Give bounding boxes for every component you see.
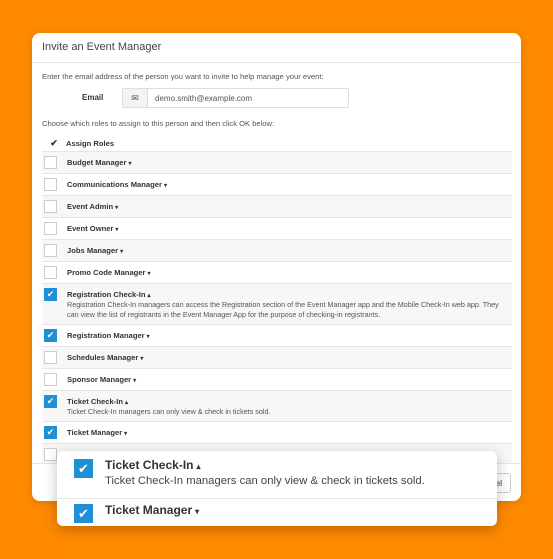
email-row: Email ✉ demo.smith@example.com bbox=[42, 88, 380, 108]
caret-down-icon[interactable]: ▾ bbox=[124, 431, 127, 437]
choose-roles-text: Choose which roles to assign to this per… bbox=[42, 119, 275, 128]
role-name: Budget Manager ▾ bbox=[67, 156, 132, 167]
checkbox-checked-icon[interactable]: ✔ bbox=[44, 426, 57, 439]
caret-down-icon[interactable]: ▾ bbox=[120, 249, 123, 255]
role-name: Jobs Manager ▾ bbox=[67, 244, 123, 255]
role-row[interactable]: ✔ Registration Manager ▾ bbox=[42, 324, 512, 346]
role-row[interactable]: Event Admin ▾ bbox=[42, 195, 512, 217]
checkbox[interactable] bbox=[44, 351, 57, 364]
checkbox-checked-icon[interactable]: ✔ bbox=[44, 288, 57, 301]
dialog-title: Invite an Event Manager bbox=[32, 33, 521, 63]
zoom-role-name: Ticket Manager ▾ bbox=[105, 503, 199, 517]
role-label: Registration Check-In bbox=[67, 290, 146, 299]
role-row[interactable]: ✔ Ticket Manager ▾ bbox=[42, 421, 512, 443]
role-label: Registration Manager bbox=[67, 331, 145, 340]
role-row[interactable]: Event Owner ▾ bbox=[42, 217, 512, 239]
role-list: Budget Manager ▾ Communications Manager ▾ Ev… bbox=[42, 151, 512, 465]
zoom-role-label: Ticket Manager bbox=[105, 503, 193, 517]
role-label: Ticket Manager bbox=[67, 428, 123, 437]
role-name: Promo Code Manager ▾ bbox=[67, 266, 151, 277]
zoom-role-label: Ticket Check-In bbox=[105, 458, 194, 472]
role-description: Ticket Check-In managers can only view &… bbox=[67, 407, 271, 416]
role-row[interactable]: ✔ Ticket Check-In ▴ Ticket Check-In manager… bbox=[42, 390, 512, 421]
role-row[interactable]: ✔ Registration Check-In ▴ Registration Chec… bbox=[42, 283, 512, 324]
role-label: Event Admin bbox=[67, 202, 114, 211]
zoom-row-ticket-manager[interactable]: ✔ Ticket Manager ▾ bbox=[57, 498, 497, 524]
caret-down-icon[interactable]: ▾ bbox=[195, 507, 199, 516]
checkbox-checked-icon[interactable]: ✔ bbox=[74, 459, 93, 478]
email-value[interactable]: demo.smith@example.com bbox=[155, 94, 252, 103]
invite-dialog: Invite an Event Manager Enter the email … bbox=[32, 33, 521, 501]
role-name: Ticket Check-In ▴ bbox=[67, 395, 270, 406]
checkmark-icon: ✔ bbox=[50, 137, 58, 148]
caret-up-icon[interactable]: ▴ bbox=[147, 293, 150, 299]
checkbox-checked-icon[interactable]: ✔ bbox=[44, 395, 57, 408]
caret-up-icon[interactable]: ▴ bbox=[196, 462, 200, 471]
caret-up-icon[interactable]: ▴ bbox=[125, 400, 128, 406]
role-label: Event Owner bbox=[67, 224, 114, 233]
zoom-role-name: Ticket Check-In ▴ bbox=[105, 458, 425, 472]
caret-down-icon[interactable]: ▾ bbox=[115, 227, 118, 233]
role-row[interactable]: Budget Manager ▾ bbox=[42, 151, 512, 173]
intro-text: Enter the email address of the person yo… bbox=[42, 72, 324, 81]
background: Invite an Event Manager Enter the email … bbox=[0, 0, 553, 559]
role-name: Event Admin ▾ bbox=[67, 200, 118, 211]
checkbox[interactable] bbox=[44, 373, 57, 386]
checkbox-checked-icon[interactable]: ✔ bbox=[74, 504, 93, 523]
checkbox[interactable] bbox=[44, 200, 57, 213]
role-row[interactable]: Promo Code Manager ▾ bbox=[42, 261, 512, 283]
checkbox[interactable] bbox=[44, 244, 57, 257]
role-label: Jobs Manager bbox=[67, 246, 119, 255]
envelope-icon: ✉ bbox=[123, 89, 148, 107]
caret-down-icon[interactable]: ▾ bbox=[147, 271, 150, 277]
role-label: Promo Code Manager bbox=[67, 268, 146, 277]
roles-header: ✔ Assign Roles bbox=[42, 135, 512, 151]
role-name: Ticket Manager ▾ bbox=[67, 426, 127, 437]
checkbox-checked-icon[interactable]: ✔ bbox=[44, 329, 57, 342]
caret-down-icon[interactable]: ▾ bbox=[147, 334, 150, 340]
caret-down-icon[interactable]: ▾ bbox=[164, 183, 167, 189]
zoom-callout: ✔ Ticket Check-In ▴ Ticket Check-In manag… bbox=[57, 451, 497, 526]
role-label: Schedules Manager bbox=[67, 353, 139, 362]
role-name: Communications Manager ▾ bbox=[67, 178, 167, 189]
checkbox[interactable] bbox=[44, 448, 57, 461]
role-label: Budget Manager bbox=[67, 158, 127, 167]
checkbox[interactable] bbox=[44, 266, 57, 279]
role-description: Registration Check-In managers can acces… bbox=[67, 300, 499, 319]
role-name: Schedules Manager ▾ bbox=[67, 351, 143, 362]
roles-table: ✔ Assign Roles Budget Manager ▾ Communicat… bbox=[42, 135, 512, 465]
checkbox[interactable] bbox=[44, 156, 57, 169]
caret-down-icon[interactable]: ▾ bbox=[133, 378, 136, 384]
role-label: Sponsor Manager bbox=[67, 375, 132, 384]
role-row[interactable]: Sponsor Manager ▾ bbox=[42, 368, 512, 390]
role-name: Event Owner ▾ bbox=[67, 222, 118, 233]
checkbox[interactable] bbox=[44, 178, 57, 191]
role-label: Communications Manager bbox=[67, 180, 162, 189]
role-row[interactable]: Communications Manager ▾ bbox=[42, 173, 512, 195]
role-row[interactable]: Schedules Manager ▾ bbox=[42, 346, 512, 368]
zoom-role-desc: Ticket Check-In managers can only view &… bbox=[105, 475, 425, 487]
email-field[interactable]: ✉ demo.smith@example.com bbox=[122, 88, 349, 108]
role-name: Registration Check-In ▴ bbox=[67, 288, 512, 299]
role-name: Registration Manager ▾ bbox=[67, 329, 150, 340]
checkbox[interactable] bbox=[44, 222, 57, 235]
email-label: Email bbox=[82, 93, 104, 102]
zoom-row-ticket-check-in[interactable]: ✔ Ticket Check-In ▴ Ticket Check-In manag… bbox=[57, 458, 497, 496]
caret-down-icon[interactable]: ▾ bbox=[140, 356, 143, 362]
roles-header-label: Assign Roles bbox=[66, 138, 115, 148]
role-row[interactable]: Jobs Manager ▾ bbox=[42, 239, 512, 261]
role-label: Ticket Check-In bbox=[67, 397, 123, 406]
caret-down-icon[interactable]: ▾ bbox=[129, 161, 132, 167]
caret-down-icon[interactable]: ▾ bbox=[115, 205, 118, 211]
role-name: Sponsor Manager ▾ bbox=[67, 373, 136, 384]
